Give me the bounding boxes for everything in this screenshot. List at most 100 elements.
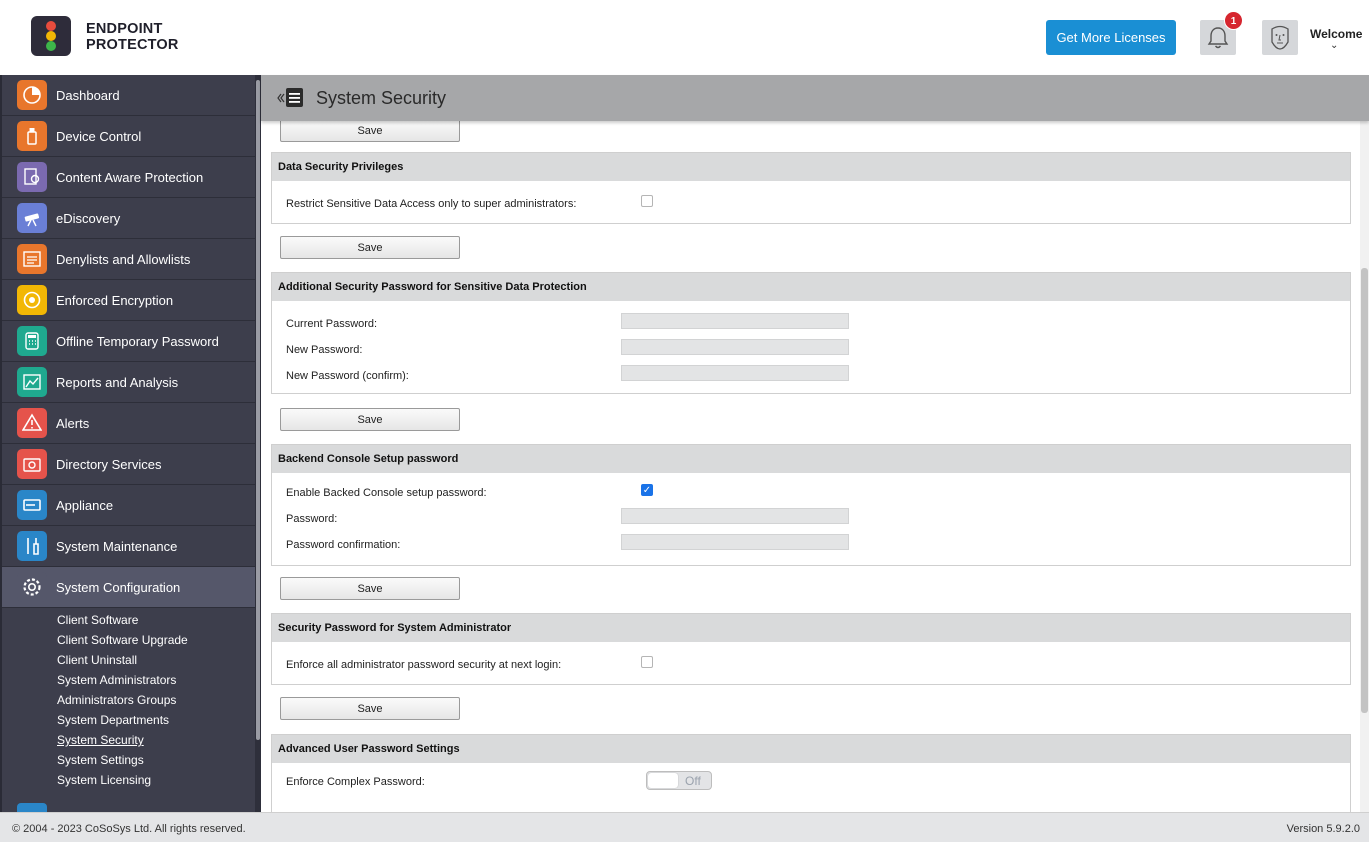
section-title: Security Password for System Administrat… (272, 614, 1350, 642)
collapse-sidebar-icon[interactable] (276, 86, 304, 110)
sidebar-item-denylists-and-allowlists[interactable]: Denylists and Allowlists (2, 239, 261, 280)
face-icon (1271, 25, 1289, 50)
sidebar-item-reports-and-analysis[interactable]: Reports and Analysis (2, 362, 261, 403)
app-header: ENDPOINT PROTECTOR Get More Licenses 1 W… (0, 0, 1369, 75)
chevron-down-icon[interactable]: ⌄ (1330, 40, 1338, 51)
console-password-confirmation-input[interactable] (621, 534, 849, 550)
get-more-licenses-button[interactable]: Get More Licenses (1046, 20, 1176, 55)
save-button[interactable]: Save (280, 236, 460, 259)
confirm-password-input[interactable] (621, 365, 849, 381)
main-scrollbar-thumb[interactable] (1361, 268, 1368, 713)
user-avatar[interactable] (1262, 20, 1298, 55)
advanced-user-password-panel: Advanced User Password Settings Enforce … (271, 734, 1351, 812)
page-title: System Security (316, 88, 447, 108)
submenu-item-client-uninstall[interactable]: Client Uninstall (2, 650, 261, 670)
tools-icon (17, 531, 47, 561)
sidebar-item-system-maintenance[interactable]: System Maintenance (2, 526, 261, 567)
section-title: Additional Security Password for Sensiti… (272, 273, 1350, 301)
submenu-item-system-licensing[interactable]: System Licensing (2, 770, 261, 790)
sidebar-item-label: Appliance (56, 498, 114, 513)
user-menu-label[interactable]: Welcome (1310, 27, 1362, 41)
new-password-input[interactable] (621, 339, 849, 355)
sidebar-item-directory-services[interactable]: Directory Services (2, 444, 261, 485)
sidebar-item-device-control[interactable]: Device Control (2, 116, 261, 157)
endpoint-protector-logo-icon (31, 16, 71, 56)
new-password-label: New Password: (286, 344, 363, 356)
submenu-item-system-departments[interactable]: System Departments (2, 710, 261, 730)
appliance-icon (17, 490, 47, 520)
submenu-item-client-software[interactable]: Client Software (2, 610, 261, 630)
sidebar-item-label: Reports and Analysis (56, 375, 179, 390)
document-search-icon (17, 162, 47, 192)
sidebar-item-label: Enforced Encryption (56, 293, 174, 308)
sidebar-item-dashboard[interactable]: Dashboard (2, 75, 261, 116)
sidebar-item-label: Offline Temporary Password (56, 334, 219, 349)
sidebar-item-system-configuration[interactable]: System Configuration (2, 567, 261, 608)
enable-console-password-checkbox[interactable]: ✓ (641, 484, 653, 496)
toggle-state-label: Off (685, 774, 701, 788)
console-password-confirmation-label: Password confirmation: (286, 539, 401, 551)
submenu-item-system-security[interactable]: System Security (2, 730, 261, 750)
current-password-label: Current Password: (286, 318, 378, 330)
submenu-item-client-software-upgrade[interactable]: Client Software Upgrade (2, 630, 261, 650)
sidebar-item-enforced-encryption[interactable]: Enforced Encryption (2, 280, 261, 321)
enforce-admin-security-label: Enforce all administrator password secur… (286, 659, 562, 671)
copyright-text: © 2004 - 2023 CoSoSys Ltd. All rights re… (12, 823, 246, 835)
sidebar-item-label: eDiscovery (56, 211, 121, 226)
sidebar-item-label: Denylists and Allowlists (56, 252, 191, 267)
submenu-item-administrators-groups[interactable]: Administrators Groups (2, 690, 261, 710)
submenu-item-system-administrators[interactable]: System Administrators (2, 670, 261, 690)
current-password-input[interactable] (621, 313, 849, 329)
pie-chart-icon (17, 80, 47, 110)
enable-console-password-label: Enable Backed Console setup password: (286, 487, 487, 499)
enforce-admin-security-checkbox[interactable] (641, 656, 653, 668)
app-footer: © 2004 - 2023 CoSoSys Ltd. All rights re… (0, 812, 1369, 842)
restrict-access-checkbox[interactable] (641, 195, 653, 207)
section-title: Data Security Privileges (272, 153, 1350, 181)
notification-count-badge: 1 (1224, 11, 1243, 30)
additional-password-panel: Additional Security Password for Sensiti… (271, 272, 1351, 394)
confirm-password-label: New Password (confirm): (286, 370, 409, 382)
sidebar-item-label: Alerts (56, 416, 90, 431)
brand-name: ENDPOINT PROTECTOR (86, 21, 179, 53)
directory-icon (17, 449, 47, 479)
sidebar-item-label: Content Aware Protection (56, 170, 204, 185)
enforce-complex-password-toggle[interactable]: Off (646, 771, 712, 790)
sidebar-item-label: System Configuration (56, 580, 181, 595)
restrict-access-label: Restrict Sensitive Data Access only to s… (286, 198, 577, 210)
save-button[interactable]: Save (280, 577, 460, 600)
list-icon (17, 244, 47, 274)
sidebar-item-alerts[interactable]: Alerts (2, 403, 261, 444)
main-content: Save Data Security Privileges Restrict S… (261, 121, 1360, 812)
sidebar-item-offline-temporary-password[interactable]: Offline Temporary Password (2, 321, 261, 362)
save-button[interactable]: Save (280, 121, 460, 142)
sidebar-item-label: Directory Services (56, 457, 162, 472)
sidebar-item-label: Device Control (56, 129, 142, 144)
save-button[interactable]: Save (280, 697, 460, 720)
gear-icon (17, 572, 47, 602)
submenu-item-system-settings[interactable]: System Settings (2, 750, 261, 770)
page-titlebar: System Security (261, 75, 1369, 121)
data-security-panel: Data Security Privileges Restrict Sensit… (271, 152, 1351, 224)
encryption-icon (17, 285, 47, 315)
warning-icon (17, 408, 47, 438)
section-title: Advanced User Password Settings (272, 735, 1350, 763)
console-password-input[interactable] (621, 508, 849, 524)
sidebar-item-label: Dashboard (56, 88, 120, 103)
console-password-label: Password: (286, 513, 338, 525)
sidebar-item-appliance[interactable]: Appliance (2, 485, 261, 526)
sidebar-item-content-aware-protection[interactable]: Content Aware Protection (2, 157, 261, 198)
backend-console-panel: Backend Console Setup password Enable Ba… (271, 444, 1351, 566)
sidebar: Dashboard Device Control Content Aware Pro… (0, 75, 261, 813)
sidebar-item-ediscovery[interactable]: eDiscovery (2, 198, 261, 239)
usb-icon (17, 121, 47, 151)
telescope-icon (17, 203, 47, 233)
sidebar-scrollbar-thumb[interactable] (256, 80, 260, 740)
keypad-icon (17, 326, 47, 356)
admin-security-panel: Security Password for System Administrat… (271, 613, 1351, 685)
section-title: Backend Console Setup password (272, 445, 1350, 473)
version-text: Version 5.9.2.0 (1286, 823, 1360, 835)
enforce-complex-password-label: Enforce Complex Password: (286, 776, 425, 788)
save-button[interactable]: Save (280, 408, 460, 431)
chart-icon (17, 367, 47, 397)
